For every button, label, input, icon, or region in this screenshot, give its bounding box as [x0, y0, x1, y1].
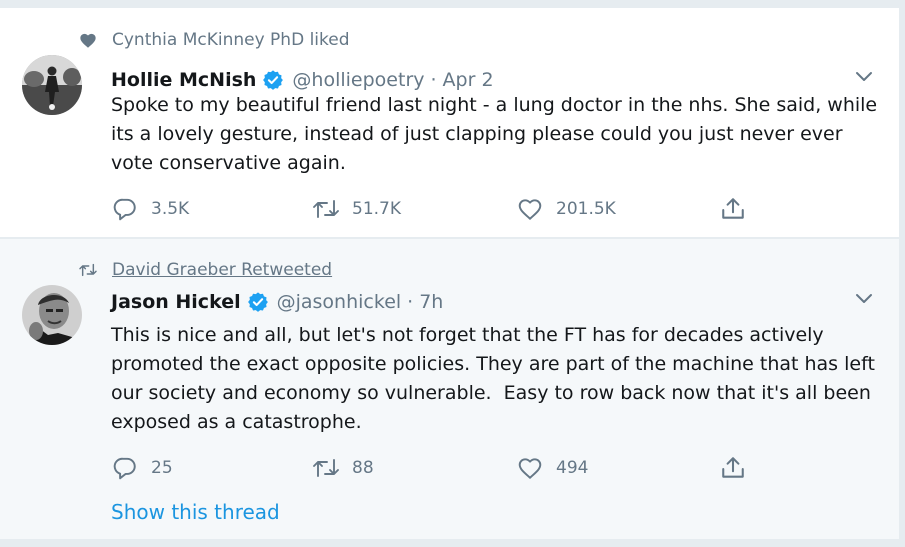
tweet-text: Spoke to my beautiful friend last night … [111, 94, 884, 174]
tweet-text: This is nice and all, but let's not forg… [111, 324, 881, 433]
retweet-count: 88 [352, 458, 374, 478]
show-thread-link[interactable]: Show this thread [111, 500, 280, 524]
timeline-top-strip [0, 0, 905, 8]
social-context-text: Cynthia McKinney PhD liked [112, 30, 350, 50]
tweet-card[interactable]: David Graeber Retweeted Jason Hickel @ja… [0, 239, 899, 539]
verified-badge-icon [262, 69, 284, 91]
like-button[interactable]: 201.5K [516, 195, 616, 223]
tweet-header: Hollie McNish @holliepoetry · Apr 2 [111, 66, 494, 94]
author-name[interactable]: Hollie McNish [111, 69, 256, 91]
tweet-date[interactable]: Apr 2 [443, 69, 494, 91]
like-count: 201.5K [556, 199, 616, 219]
tweet-actions: 25 88 494 [111, 454, 771, 482]
reply-button[interactable]: 3.5K [111, 195, 189, 223]
retweet-icon [312, 454, 340, 482]
chevron-down-icon[interactable] [853, 291, 875, 307]
header-separator: · [407, 291, 414, 313]
share-icon [719, 195, 747, 223]
tweet-date[interactable]: 7h [419, 291, 443, 313]
share-button[interactable] [719, 454, 759, 482]
author-handle[interactable]: @jasonhickel [277, 291, 402, 313]
timeline-right-edge [899, 0, 905, 547]
social-context: Cynthia McKinney PhD liked [74, 29, 350, 51]
author-handle[interactable]: @holliepoetry [292, 69, 424, 91]
verified-badge-icon [247, 291, 269, 313]
author-name[interactable]: Jason Hickel [111, 291, 241, 313]
social-context: David Graeber Retweeted [74, 259, 332, 281]
share-button[interactable] [719, 195, 759, 223]
avatar[interactable] [22, 285, 82, 345]
timeline-bottom-strip [0, 539, 905, 547]
heart-outline-icon [516, 454, 544, 482]
retweet-count: 51.7K [352, 199, 401, 219]
retweet-button[interactable]: 51.7K [312, 195, 401, 223]
reply-icon [111, 195, 139, 223]
reply-count: 25 [151, 458, 173, 478]
header-separator: · [430, 69, 437, 91]
tweet-card[interactable]: Cynthia McKinney PhD liked Hollie McNish… [0, 8, 899, 237]
retweet-button[interactable]: 88 [312, 454, 374, 482]
heart-outline-icon [516, 195, 544, 223]
chevron-down-icon[interactable] [853, 69, 875, 85]
reply-icon [111, 454, 139, 482]
reply-button[interactable]: 25 [111, 454, 173, 482]
share-icon [719, 454, 747, 482]
reply-count: 3.5K [151, 199, 190, 219]
retweet-icon [74, 262, 102, 278]
tweet-header: Jason Hickel @jasonhickel · 7h [111, 288, 443, 316]
social-context-text[interactable]: David Graeber Retweeted [112, 260, 332, 280]
retweet-icon [312, 195, 340, 223]
like-button[interactable]: 494 [516, 454, 588, 482]
avatar[interactable] [22, 55, 82, 115]
heart-icon [74, 32, 102, 48]
tweet-actions: 3.5K 51.7K 201.5K [111, 195, 771, 223]
like-count: 494 [556, 458, 589, 478]
